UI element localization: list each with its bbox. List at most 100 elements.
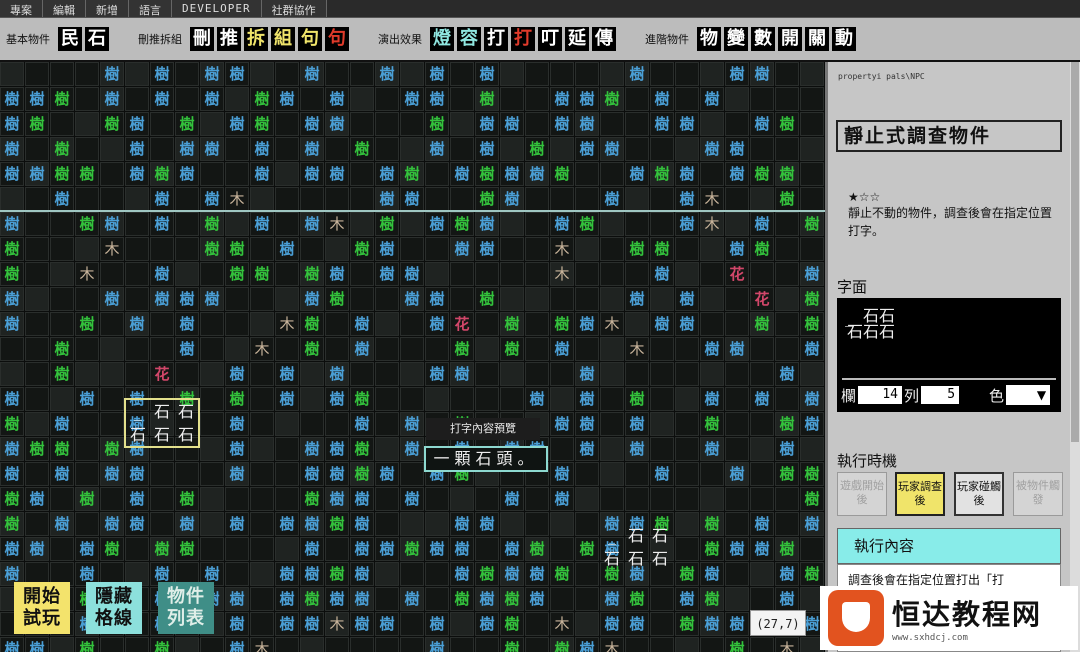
grid-cell[interactable]: 樹 (450, 362, 474, 386)
grid-cell[interactable] (175, 362, 199, 386)
toolbar-button[interactable]: 動 (832, 27, 856, 51)
grid-cell[interactable] (250, 362, 274, 386)
grid-cell[interactable] (450, 62, 474, 86)
grid-cell[interactable] (675, 262, 699, 286)
grid-cell[interactable] (475, 637, 499, 652)
grid-cell[interactable]: 樹 (550, 162, 574, 186)
grid-cell[interactable] (0, 337, 24, 361)
grid-cell[interactable]: 樹 (225, 237, 249, 261)
grid-cell[interactable] (625, 187, 649, 211)
grid-cell[interactable] (250, 437, 274, 461)
grid-cell[interactable] (375, 137, 399, 161)
grid-cell[interactable]: 樹 (500, 337, 524, 361)
grid-cell[interactable]: 樹 (0, 262, 24, 286)
grid-cell[interactable]: 木 (325, 612, 349, 636)
grid-cell[interactable]: 樹 (0, 237, 24, 261)
grid-cell[interactable] (700, 462, 724, 486)
grid-cell[interactable] (600, 362, 624, 386)
grid-cell[interactable] (575, 237, 599, 261)
grid-cell[interactable] (200, 262, 224, 286)
grid-cell[interactable] (75, 87, 99, 111)
grid-cell[interactable] (275, 137, 299, 161)
grid-cell[interactable] (575, 512, 599, 536)
grid-cell[interactable]: 樹 (400, 437, 424, 461)
grid-cell[interactable]: 樹 (700, 387, 724, 411)
grid-cell[interactable]: 樹 (625, 162, 649, 186)
grid-cell[interactable]: 樹 (375, 62, 399, 86)
grid-cell[interactable]: 樹 (425, 362, 449, 386)
grid-cell[interactable] (450, 112, 474, 136)
grid-cell[interactable] (275, 537, 299, 561)
grid-cell[interactable]: 樹 (250, 212, 274, 236)
grid-cell[interactable]: 樹 (625, 237, 649, 261)
grid-cell[interactable] (450, 187, 474, 211)
grid-cell[interactable] (600, 462, 624, 486)
grid-cell[interactable]: 樹 (625, 287, 649, 311)
grid-cell[interactable]: 樹 (350, 137, 374, 161)
grid-cell[interactable] (775, 287, 799, 311)
grid-cell[interactable]: 樹 (350, 612, 374, 636)
grid-cell[interactable] (475, 537, 499, 561)
grid-cell[interactable]: 樹 (550, 337, 574, 361)
grid-cell[interactable] (225, 562, 249, 586)
grid-cell[interactable]: 樹 (550, 562, 574, 586)
grid-cell[interactable] (425, 562, 449, 586)
grid-cell[interactable] (25, 387, 49, 411)
grid-cell[interactable] (725, 412, 749, 436)
grid-cell[interactable] (775, 312, 799, 336)
grid-cell[interactable]: 樹 (500, 637, 524, 652)
grid-cell[interactable] (675, 537, 699, 561)
grid-cell[interactable]: 樹 (150, 187, 174, 211)
grid-cell[interactable]: 樹 (775, 362, 799, 386)
grid-cell[interactable] (725, 287, 749, 311)
grid-cell[interactable] (425, 587, 449, 611)
object-list-button[interactable]: 物件 列表 (158, 582, 214, 634)
grid-cell[interactable] (100, 312, 124, 336)
grid-cell[interactable]: 樹 (425, 62, 449, 86)
grid-cell[interactable]: 樹 (350, 387, 374, 411)
grid-cell[interactable]: 樹 (425, 287, 449, 311)
grid-cell[interactable] (650, 187, 674, 211)
grid-cell[interactable]: 樹 (50, 512, 74, 536)
grid-cell[interactable] (650, 62, 674, 86)
grid-cell[interactable]: 樹 (575, 637, 599, 652)
grid-cell[interactable] (200, 637, 224, 652)
grid-cell[interactable] (350, 112, 374, 136)
grid-cell[interactable]: 樹 (575, 212, 599, 236)
grid-cell[interactable]: 樹 (500, 537, 524, 561)
grid-cell[interactable]: 樹 (75, 537, 99, 561)
grid-cell[interactable]: 樹 (800, 512, 824, 536)
grid-cell[interactable] (75, 412, 99, 436)
grid-cell[interactable]: 樹 (650, 237, 674, 261)
grid-cell[interactable] (200, 112, 224, 136)
grid-cell[interactable]: 樹 (675, 312, 699, 336)
grid-cell[interactable] (750, 437, 774, 461)
timing-game-start-button[interactable]: 遊戲開始後 (837, 472, 887, 516)
grid-cell[interactable]: 樹 (700, 537, 724, 561)
grid-cell[interactable] (650, 287, 674, 311)
grid-cell[interactable] (750, 362, 774, 386)
grid-cell[interactable]: 樹 (50, 87, 74, 111)
grid-cell[interactable]: 樹 (25, 437, 49, 461)
grid-cell[interactable] (750, 562, 774, 586)
grid-cell[interactable] (800, 537, 824, 561)
grid-cell[interactable] (650, 387, 674, 411)
grid-cell[interactable] (100, 137, 124, 161)
grid-cell[interactable] (725, 312, 749, 336)
grid-cell[interactable] (675, 87, 699, 111)
grid-cell[interactable] (375, 362, 399, 386)
grid-cell[interactable] (425, 237, 449, 261)
grid-cell[interactable] (750, 137, 774, 161)
grid-cell[interactable] (25, 512, 49, 536)
grid-cell[interactable]: 樹 (750, 212, 774, 236)
grid-cell[interactable]: 木 (775, 637, 799, 652)
grid-cell[interactable]: 樹 (100, 112, 124, 136)
grid-cell[interactable]: 樹 (175, 112, 199, 136)
grid-cell[interactable]: 樹 (575, 362, 599, 386)
grid-cell[interactable] (275, 212, 299, 236)
grid-cell[interactable] (750, 87, 774, 111)
grid-cell[interactable]: 樹 (200, 62, 224, 86)
grid-cell[interactable]: 樹 (325, 87, 349, 111)
grid-cell[interactable]: 樹 (775, 537, 799, 561)
grid-cell[interactable]: 樹 (600, 137, 624, 161)
